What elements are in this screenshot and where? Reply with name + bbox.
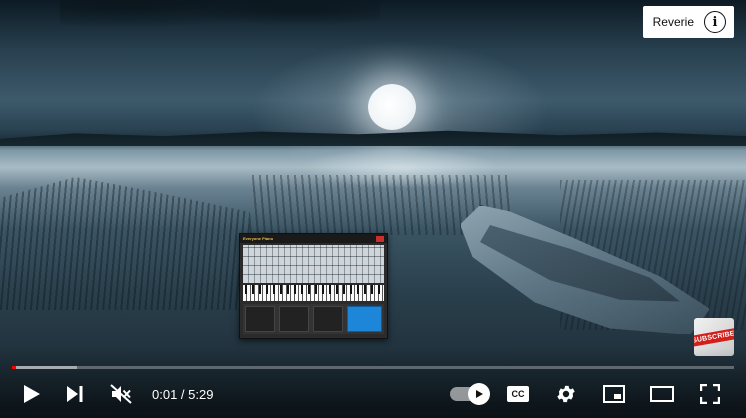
progress-played [12,366,16,369]
next-button[interactable] [52,376,98,412]
time-display: 0:01 / 5:29 [152,387,213,402]
fullscreen-button[interactable] [686,376,734,412]
piano-panel-cell [278,306,309,332]
time-separator: / [177,386,189,402]
reeds-left [0,177,250,310]
piano-app-title: Everyone Piano [243,236,274,241]
piano-key-mapping-grid [243,245,384,283]
autoplay-knob [468,383,490,405]
miniplayer-icon [603,385,625,403]
duration: 5:29 [188,386,214,402]
moon [368,84,416,130]
autoplay-toggle[interactable] [442,376,494,412]
cc-icon: CC [507,386,529,402]
fullscreen-icon [700,384,720,404]
autoplay-icon [476,390,483,398]
next-icon [67,386,83,402]
video-player[interactable]: Everyone Piano Reverie i SUBSCRIBE 0:01 … [0,0,746,418]
theater-mode-button[interactable] [638,376,686,412]
play-icon [24,385,40,403]
theater-icon [650,386,674,402]
mute-icon [110,384,132,404]
autoplay-track [450,383,490,405]
info-icon[interactable]: i [704,11,726,33]
progress-buffered [12,366,77,369]
current-time: 0:01 [152,386,178,402]
piano-panel-cell [245,306,275,332]
piano-keyboard [243,285,384,301]
video-title: Reverie [652,15,694,29]
subscribe-watermark-label: SUBSCRIBE [694,327,734,347]
tree-branches [60,0,380,40]
player-controls: 0:01 / 5:29 CC [0,376,746,412]
play-button[interactable] [12,376,52,412]
piano-app-titlebar: Everyone Piano [240,234,387,243]
piano-panel-cell [312,306,343,332]
piano-display-screen [346,306,382,332]
piano-close-icon [376,235,384,242]
video-title-chip[interactable]: Reverie i [642,6,734,38]
progress-bar[interactable] [12,366,734,369]
piano-control-panel [243,304,384,334]
cc-button[interactable]: CC [494,376,542,412]
piano-app-window: Everyone Piano [239,233,388,339]
mute-button[interactable] [98,376,144,412]
settings-icon [557,385,575,403]
miniplayer-button[interactable] [590,376,638,412]
settings-button[interactable] [542,376,590,412]
